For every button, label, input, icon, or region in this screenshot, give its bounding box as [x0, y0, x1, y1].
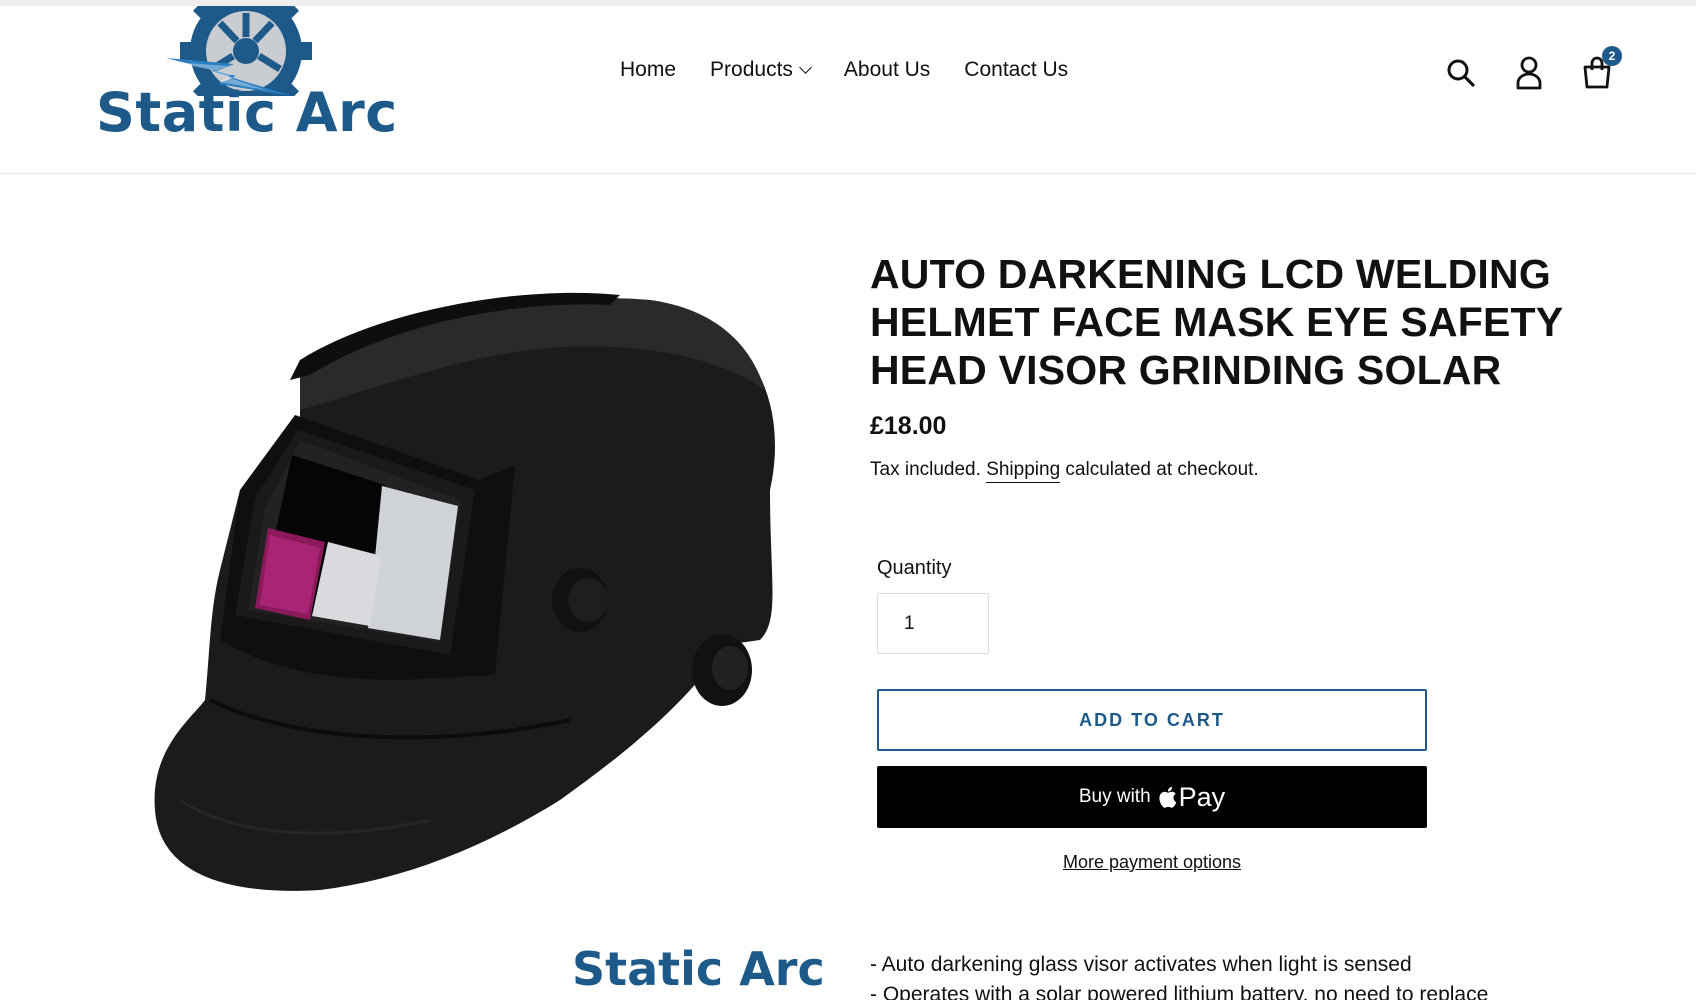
logo-text: Static Arc	[96, 81, 398, 144]
apple-logo-icon	[1159, 786, 1176, 808]
apple-pay-button[interactable]: Buy with Pay	[877, 766, 1427, 828]
product-info: AUTO DARKENING LCD WELDING HELMET FACE M…	[870, 250, 1590, 483]
nav-products-label: Products	[710, 58, 793, 81]
nav-products[interactable]: Products	[710, 54, 812, 86]
product-image[interactable]	[150, 280, 810, 940]
apple-pay-mark: Pay	[1157, 781, 1226, 813]
more-payment-options-link[interactable]: More payment options	[1063, 852, 1241, 872]
nav-contact-us[interactable]: Contact Us	[964, 54, 1068, 86]
search-icon	[1447, 59, 1475, 87]
main-navigation: Home Products About Us Contact Us	[620, 54, 1068, 86]
header-actions: 2	[1442, 46, 1622, 92]
cart-count-badge: 2	[1602, 46, 1622, 66]
tax-note: Tax included. Shipping calculated at che…	[870, 457, 1590, 483]
welding-helmet-image	[154, 292, 775, 891]
quantity-input[interactable]	[877, 593, 989, 654]
pay-label: Pay	[1178, 781, 1226, 812]
nav-contact-label: Contact Us	[964, 58, 1069, 81]
tax-suffix: calculated at checkout.	[1065, 459, 1259, 480]
site-logo[interactable]: Static Arc	[96, 6, 402, 156]
account-icon	[1516, 56, 1542, 90]
account-button[interactable]	[1510, 54, 1548, 92]
chevron-down-icon	[799, 60, 812, 74]
cart-button[interactable]: 2	[1578, 46, 1622, 92]
nav-home-label: Home	[620, 58, 677, 81]
shipping-link[interactable]: Shipping	[986, 459, 1061, 483]
nav-about-us[interactable]: About Us	[844, 54, 930, 86]
search-button[interactable]	[1442, 54, 1480, 92]
description-line: - Operates with a solar powered lithium …	[870, 983, 1489, 1000]
nav-home[interactable]: Home	[620, 54, 676, 86]
product-price: £18.00	[870, 412, 947, 440]
nav-about-label: About Us	[843, 58, 931, 81]
product-title: AUTO DARKENING LCD WELDING HELMET FACE M…	[870, 251, 1563, 393]
add-to-cart-button[interactable]: ADD TO CART	[877, 689, 1427, 751]
quantity-label: Quantity	[877, 557, 952, 579]
site-header: Static Arc Home Products About Us Contac…	[0, 6, 1696, 174]
tax-prefix: Tax included.	[870, 459, 981, 480]
product-description: - Auto darkening glass visor activates w…	[870, 950, 1488, 1000]
image-watermark-logo: Static Arc	[572, 942, 825, 996]
description-line: - Auto darkening glass visor activates w…	[870, 953, 1412, 976]
buy-with-label: Buy with	[1078, 786, 1151, 807]
more-payment-container: More payment options	[877, 852, 1427, 873]
